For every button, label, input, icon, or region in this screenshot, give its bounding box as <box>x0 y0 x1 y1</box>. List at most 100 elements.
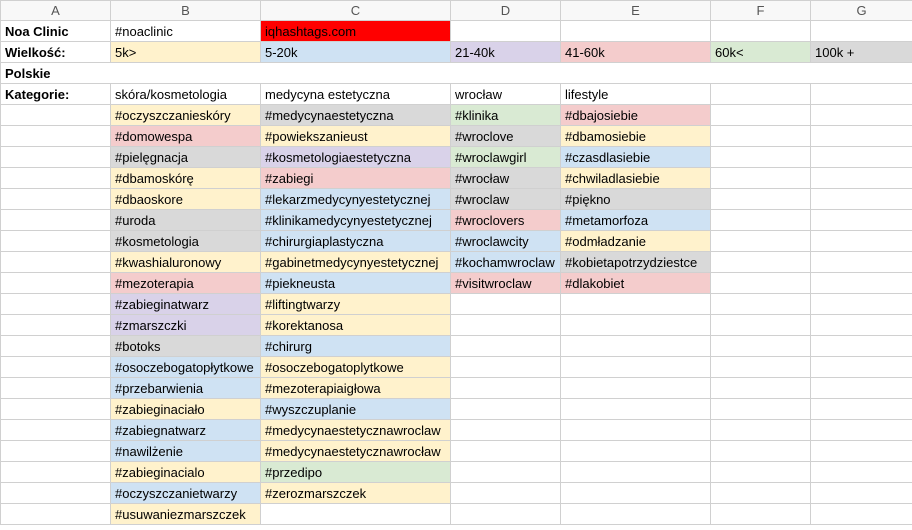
cell-empty[interactable] <box>711 126 811 147</box>
cell-hashtag[interactable]: #liftingtwarzy <box>261 294 451 315</box>
cell-hashtag[interactable]: #kochamwroclaw <box>451 252 561 273</box>
cell-size-d[interactable]: 21-40k <box>451 42 561 63</box>
cell-empty[interactable] <box>711 378 811 399</box>
cell-hashtag[interactable]: #kosmetologia <box>111 231 261 252</box>
cell-hashtag[interactable]: #medycynaestetycznawrocław <box>261 441 451 462</box>
cell-empty[interactable] <box>1 378 111 399</box>
cell-hashtag[interactable]: #dbamosiebie <box>561 126 711 147</box>
cell-empty[interactable] <box>811 441 912 462</box>
cell-hashtag[interactable]: #domowespa <box>111 126 261 147</box>
cell-hashtag[interactable]: #wrocław <box>451 168 561 189</box>
cell-empty[interactable] <box>711 252 811 273</box>
cell-empty[interactable] <box>1 231 111 252</box>
cell-empty[interactable] <box>811 483 912 504</box>
cell-hashtag[interactable]: #zabieginatwarz <box>111 294 261 315</box>
cell-empty[interactable] <box>1 357 111 378</box>
cell-hashtag[interactable]: #wroclawgirl <box>451 147 561 168</box>
cell-hashtag[interactable]: #kwashialuronowy <box>111 252 261 273</box>
cell-hashtag[interactable] <box>451 357 561 378</box>
cell-size-e[interactable]: 41-60k <box>561 42 711 63</box>
cell-hashtag[interactable]: #chirurg <box>261 336 451 357</box>
col-header-E[interactable]: E <box>561 1 711 21</box>
cell-size-b[interactable]: 5k> <box>111 42 261 63</box>
cell-hashtag[interactable] <box>561 357 711 378</box>
spreadsheet-grid[interactable]: A B C D E F G Noa Clinic #noaclinic iqha… <box>0 0 912 525</box>
cell-empty[interactable] <box>1 420 111 441</box>
cell-empty[interactable] <box>1 126 111 147</box>
cell-hashtag[interactable]: #lekarzmedycynyestetycznej <box>261 189 451 210</box>
cell-hashtag[interactable]: #nawilżenie <box>111 441 261 462</box>
cell-hashtag[interactable]: #przebarwienia <box>111 378 261 399</box>
cell-brand-name[interactable]: Noa Clinic <box>1 21 111 42</box>
cell-hashtag[interactable]: #korektanosa <box>261 315 451 336</box>
cell-hashtag[interactable]: #osoczebogatopłytkowe <box>111 357 261 378</box>
cell-empty[interactable] <box>811 252 912 273</box>
cell-hashtag[interactable]: #oczyszczanietwarzy <box>111 483 261 504</box>
cell-empty[interactable] <box>811 273 912 294</box>
cell-empty[interactable] <box>811 210 912 231</box>
cell-empty[interactable] <box>811 189 912 210</box>
cell-empty[interactable] <box>811 84 912 105</box>
cell-hashtag[interactable]: #pielęgnacja <box>111 147 261 168</box>
cell-hashtag[interactable]: #dbaoskore <box>111 189 261 210</box>
cell-hashtag[interactable] <box>561 315 711 336</box>
cell-hashtag[interactable] <box>451 378 561 399</box>
cell-hashtag[interactable] <box>451 504 561 525</box>
cell-empty[interactable] <box>561 21 711 42</box>
cell-hashtag[interactable]: #visitwroclaw <box>451 273 561 294</box>
cell-hashtag[interactable] <box>561 504 711 525</box>
cell-empty[interactable] <box>1 147 111 168</box>
cell-empty[interactable] <box>811 126 912 147</box>
cell-cat-c[interactable]: medycyna estetyczna <box>261 84 451 105</box>
cell-empty[interactable] <box>811 21 912 42</box>
cell-cat-b[interactable]: skóra/kosmetologia <box>111 84 261 105</box>
cell-empty[interactable] <box>1 252 111 273</box>
cell-hashtag[interactable]: #chwiladlasiebie <box>561 168 711 189</box>
col-header-A[interactable]: A <box>1 1 111 21</box>
cell-empty[interactable] <box>1 315 111 336</box>
cell-empty[interactable] <box>1 273 111 294</box>
cell-empty[interactable] <box>711 168 811 189</box>
cell-empty[interactable] <box>811 231 912 252</box>
cell-hashtag[interactable] <box>561 399 711 420</box>
cell-hashtag[interactable]: #usuwaniezmarszczek <box>111 504 261 525</box>
cell-size-c[interactable]: 5-20k <box>261 42 451 63</box>
cell-hashtag[interactable]: #wroclaw <box>451 189 561 210</box>
cell-hashtag[interactable] <box>451 441 561 462</box>
cell-empty[interactable] <box>711 147 811 168</box>
cell-hashtag[interactable] <box>561 462 711 483</box>
cell-hashtag[interactable]: #uroda <box>111 210 261 231</box>
cell-empty[interactable] <box>711 357 811 378</box>
cell-empty[interactable] <box>1 294 111 315</box>
column-header-row[interactable]: A B C D E F G <box>1 1 912 21</box>
cell-empty[interactable] <box>711 504 811 525</box>
cell-hashtag[interactable] <box>451 336 561 357</box>
cell-hashtag[interactable] <box>451 294 561 315</box>
cell-hashtag[interactable]: #zabiegi <box>261 168 451 189</box>
cell-empty[interactable] <box>711 420 811 441</box>
cell-empty[interactable] <box>1 336 111 357</box>
cell-hashtag[interactable] <box>451 315 561 336</box>
cell-empty[interactable] <box>1 441 111 462</box>
cell-hashtag[interactable] <box>451 399 561 420</box>
cell-hashtag[interactable]: #chirurgiaplastyczna <box>261 231 451 252</box>
cell-empty[interactable] <box>451 21 561 42</box>
cell-empty[interactable] <box>711 273 811 294</box>
cell-hashtag[interactable]: #mezoterapia <box>111 273 261 294</box>
cell-hashtag[interactable]: #piękno <box>561 189 711 210</box>
cell-empty[interactable] <box>1 168 111 189</box>
cell-empty[interactable] <box>1 504 111 525</box>
cell-hashtag[interactable] <box>561 441 711 462</box>
cell-hashtag[interactable] <box>561 483 711 504</box>
cell-empty[interactable] <box>811 315 912 336</box>
cell-hashtag[interactable]: #czasdlasiebie <box>561 147 711 168</box>
cell-hashtag[interactable]: #wyszczuplanie <box>261 399 451 420</box>
cell-hashtag[interactable]: #mezoterapiaigłowa <box>261 378 451 399</box>
cell-empty[interactable] <box>711 441 811 462</box>
cell-hashtag[interactable] <box>561 420 711 441</box>
cell-hashtag[interactable]: #wroclove <box>451 126 561 147</box>
cell-empty[interactable] <box>811 147 912 168</box>
cell-hashtag[interactable]: #botoks <box>111 336 261 357</box>
cell-hashtag[interactable]: #piekneusta <box>261 273 451 294</box>
cell-empty[interactable] <box>811 105 912 126</box>
